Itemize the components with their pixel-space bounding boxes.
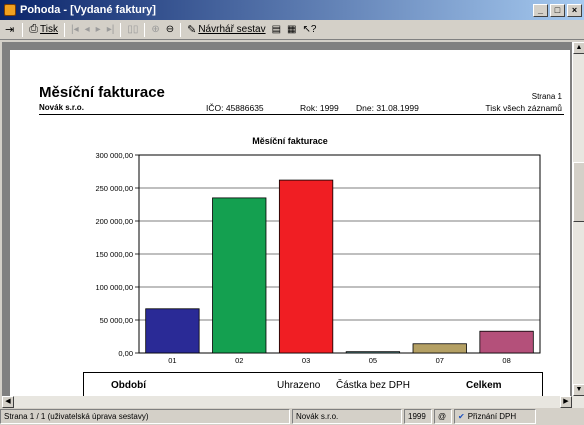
next-page-icon: ▸: [95, 24, 101, 35]
status-vat: ✔ Přiznání DPH: [454, 409, 536, 424]
x-tick-label: 05: [369, 356, 377, 365]
print-label: Tisk: [40, 24, 58, 35]
next-page-button[interactable]: ▸: [93, 21, 104, 39]
toolbar: ⇥ ⎙ Tisk |◂ ◂ ▸ ▸| ▯▯ ⊕ ⊖ ✎ Návrhář sestav…: [0, 20, 584, 40]
printer-icon: ⎙: [29, 23, 39, 35]
minimize-button[interactable]: _: [533, 3, 548, 17]
window-title: Pohoda - [Vydané faktury]: [20, 4, 156, 16]
report-page: Měsíční fakturace Novák s.r.o. IČO: 4588…: [10, 50, 570, 396]
y-tick-label: 150 000,00: [95, 250, 133, 259]
report-window: Pohoda - [Vydané faktury] _ □ × ⇥ ⎙ Tisk …: [0, 0, 584, 425]
x-tick-label: 08: [502, 356, 510, 365]
toolbar-separator: [180, 22, 182, 37]
zoom-in-button[interactable]: ⊕: [148, 21, 162, 39]
vertical-scrollbar[interactable]: ▲ ▼: [572, 42, 584, 396]
x-tick-label: 03: [302, 356, 310, 365]
toolbar-separator: [64, 22, 65, 37]
settings-button[interactable]: ▦: [284, 21, 299, 39]
bar-01: [145, 308, 200, 354]
export-button[interactable]: ▤: [269, 21, 284, 39]
designer-icon: ✎: [187, 24, 197, 36]
scroll-right-arrow[interactable]: ▶: [560, 396, 572, 408]
print-button[interactable]: ⎙ Tisk: [26, 21, 61, 39]
status-vat-label: Přiznání DPH: [467, 412, 517, 421]
status-company: Novák s.r.o.: [292, 409, 402, 424]
x-tick-label: 02: [235, 356, 243, 365]
app-icon: [4, 4, 16, 16]
page-layout-icon: ▯▯: [127, 24, 139, 35]
help-button[interactable]: ↖?: [299, 21, 319, 39]
period-header: Období: [111, 380, 146, 391]
door-exit-icon: ⇥: [5, 24, 15, 36]
last-page-icon: ▸|: [106, 24, 115, 35]
title-bar: Pohoda - [Vydané faktury] _ □ ×: [0, 0, 584, 20]
scroll-left-arrow[interactable]: ◀: [2, 396, 14, 408]
scroll-up-arrow[interactable]: ▲: [573, 42, 584, 54]
status-year: 1999: [404, 409, 432, 424]
bar-05: [345, 351, 401, 354]
bar-02: [212, 197, 267, 354]
maximize-button[interactable]: □: [550, 3, 565, 17]
prev-page-icon: ◂: [84, 24, 90, 35]
zoom-out-icon: ⊖: [165, 24, 175, 35]
y-tick-label: 50 000,00: [100, 316, 133, 325]
toolbar-separator: [144, 22, 146, 37]
y-tick-label: 250 000,00: [95, 184, 133, 193]
y-tick-label: 0,00: [118, 349, 133, 358]
status-page: Strana 1 / 1 (uživatelská úprava sestavy…: [0, 409, 290, 424]
bar-07: [412, 343, 467, 354]
preview-area: Měsíční fakturace Novák s.r.o. IČO: 4588…: [2, 42, 572, 396]
export-icon: ▤: [271, 24, 282, 35]
vat-check-icon: ✔: [458, 412, 465, 421]
zoom-out-button[interactable]: ⊖: [163, 21, 177, 39]
x-tick-label: 01: [168, 356, 176, 365]
designer-label: Návrhář sestav: [198, 24, 266, 35]
y-tick-label: 200 000,00: [95, 217, 133, 226]
total-header: Celkem: [466, 380, 502, 391]
last-page-button[interactable]: ▸|: [104, 21, 118, 39]
toolbar-separator: [120, 22, 122, 37]
toolbar-separator: [22, 22, 24, 37]
y-tick-label: 100 000,00: [95, 283, 133, 292]
zoom-in-icon: ⊕: [151, 24, 160, 35]
y-tick-label: 300 000,00: [95, 151, 133, 160]
first-page-button[interactable]: |◂: [68, 21, 82, 39]
status-bar: Strana 1 / 1 (uživatelská úprava sestavy…: [0, 409, 584, 425]
page-layout-button[interactable]: ▯▯: [124, 21, 141, 39]
help-cursor-icon: ↖?: [302, 24, 317, 35]
first-page-icon: |◂: [71, 24, 79, 35]
bar-03: [278, 179, 334, 354]
status-at: @: [434, 409, 452, 424]
scroll-down-arrow[interactable]: ▼: [573, 384, 584, 396]
settings-icon: ▦: [287, 24, 297, 35]
bar-08: [479, 330, 534, 354]
report-designer-button[interactable]: ✎ Návrhář sestav: [184, 21, 268, 39]
x-tick-label: 07: [436, 356, 444, 365]
scroll-thumb[interactable]: [573, 162, 584, 222]
bar-chart: 0,00 50 000,00 100 000,00 150 000,00 200 000…: [95, 151, 541, 365]
horizontal-scrollbar[interactable]: ◀ ▶: [2, 396, 584, 408]
close-button[interactable]: ×: [567, 3, 582, 17]
paid-header: Uhrazeno: [277, 380, 321, 391]
prev-page-button[interactable]: ◂: [82, 21, 93, 39]
amount-header: Částka bez DPH: [336, 380, 410, 391]
exit-button[interactable]: ⇥: [2, 21, 19, 39]
table-header-row: Období Uhrazeno Částka bez DPH Celkem: [83, 372, 543, 396]
